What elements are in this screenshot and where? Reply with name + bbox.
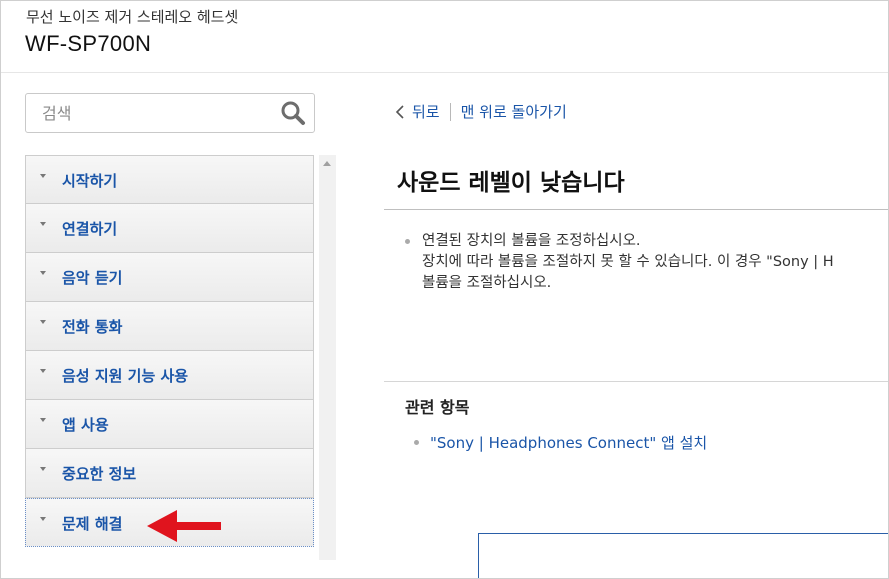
back-to-top-link[interactable]: 맨 위로 돌아가기 — [461, 101, 567, 122]
sidebar-item-voice-assist[interactable]: 음성 지원 기능 사용 — [25, 351, 314, 400]
sidebar-item-label: 연결하기 — [62, 220, 118, 238]
back-link[interactable]: 뒤로 — [412, 101, 440, 122]
caret-down-icon — [40, 467, 46, 471]
list-item: 연결된 장치의 볼륨을 조정하십시오. 장치에 따라 볼륨을 조절하지 못 할 … — [422, 231, 888, 294]
content-line: 연결된 장치의 볼륨을 조정하십시오. — [422, 233, 641, 249]
page-frame: 무선 노이즈 제거 스테레오 헤드셋 WF-SP700N 시작하기 연결하기 음… — [0, 0, 889, 579]
sidebar-item-phone-calls[interactable]: 전화 통화 — [25, 302, 314, 351]
caret-down-icon — [40, 320, 46, 324]
search-icon[interactable] — [280, 100, 306, 126]
sidebar-item-label: 시작하기 — [62, 172, 118, 190]
related-topics-heading: 관련 항목 — [405, 398, 470, 417]
related-link-app-install[interactable]: "Sony | Headphones Connect" 앱 설치 — [430, 434, 707, 452]
sidebar-item-getting-started[interactable]: 시작하기 — [25, 155, 314, 204]
red-arrow-annotation-icon — [147, 510, 221, 542]
caret-down-icon — [40, 174, 46, 178]
sidebar-item-label: 문제 해결 — [62, 515, 123, 533]
related-list-item: "Sony | Headphones Connect" 앱 설치 — [414, 432, 707, 453]
sidebar-item-label: 앱 사용 — [62, 416, 109, 434]
content-line: 볼륨을 조절하십시오. — [422, 275, 552, 291]
scroll-up-arrow-icon[interactable] — [323, 161, 331, 166]
breadcrumb-divider — [449, 102, 451, 121]
product-name: WF-SP700N — [25, 31, 152, 56]
page-title: 사운드 레벨이 낮습니다 — [397, 170, 625, 196]
content-line: 장치에 따라 볼륨을 조절하지 못 할 수 있습니다. 이 경우 "Sony |… — [422, 254, 834, 270]
sidebar-item-label: 전화 통화 — [62, 318, 123, 336]
caret-down-icon — [40, 369, 46, 373]
chevron-left-icon[interactable] — [394, 104, 406, 120]
breadcrumb: 뒤로 맨 위로 돌아가기 — [394, 101, 567, 122]
header: 무선 노이즈 제거 스테레오 헤드셋 WF-SP700N — [1, 1, 888, 73]
caret-down-icon — [40, 418, 46, 422]
sidebar-item-label: 중요한 정보 — [62, 465, 137, 483]
section-divider — [384, 381, 888, 382]
caret-down-icon — [40, 271, 46, 275]
sidebar-nav: 시작하기 연결하기 음악 듣기 전화 통화 음성 지원 기능 사용 앱 사용 중… — [25, 155, 315, 549]
content-list: 연결된 장치의 볼륨을 조정하십시오. 장치에 따라 볼륨을 조절하지 못 할 … — [405, 231, 888, 294]
bullet-icon — [405, 239, 410, 244]
caret-down-icon — [40, 222, 46, 226]
sidebar-scrollbar[interactable] — [319, 155, 336, 560]
sidebar-item-using-app[interactable]: 앱 사용 — [25, 400, 314, 449]
sidebar-item-label: 음성 지원 기능 사용 — [62, 367, 189, 385]
sidebar-item-important-info[interactable]: 중요한 정보 — [25, 449, 314, 498]
content-box-edge — [478, 533, 888, 578]
bullet-icon — [414, 440, 419, 445]
search-box — [25, 93, 315, 133]
sidebar-item-label: 음악 듣기 — [62, 269, 123, 287]
product-subtitle: 무선 노이즈 제거 스테레오 헤드셋 — [26, 8, 239, 26]
caret-down-icon — [40, 517, 46, 521]
title-divider — [384, 209, 888, 210]
sidebar-item-connecting[interactable]: 연결하기 — [25, 204, 314, 253]
search-input[interactable] — [26, 94, 276, 132]
sidebar-item-listening-music[interactable]: 음악 듣기 — [25, 253, 314, 302]
